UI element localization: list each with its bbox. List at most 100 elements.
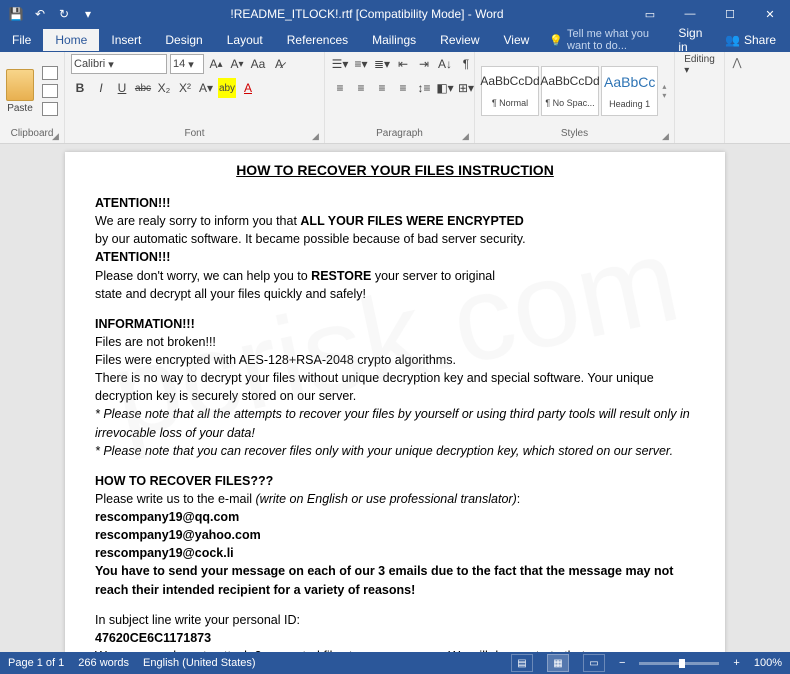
dialog-launcher-icon[interactable]: ◢ [312,131,322,141]
doc-email: rescompany19@qq.com [95,508,695,526]
outdent-icon[interactable]: ⇤ [394,54,412,74]
justify-icon[interactable]: ≡ [394,78,412,98]
save-icon[interactable]: 💾 [6,4,26,24]
dialog-launcher-icon[interactable]: ◢ [52,131,62,141]
dialog-launcher-icon[interactable]: ◢ [662,131,672,141]
tab-file[interactable]: File [0,29,43,51]
tab-review[interactable]: Review [428,29,491,51]
subscript-button[interactable]: X₂ [155,78,173,98]
tab-design[interactable]: Design [153,29,214,51]
document-area[interactable]: HOW TO RECOVER YOUR FILES INSTRUCTION AT… [0,144,790,654]
group-paragraph: ☰▾ ≡▾ ≣▾ ⇤ ⇥ A↓ ¶ ≡ ≡ ≡ ≡ ↕≡ ◧▾ ⊞▾ Parag… [325,52,475,143]
group-clipboard: Paste Clipboard ◢ [0,52,65,143]
quick-access-toolbar: 💾 ↶ ↻ ▾ [0,4,104,24]
clipboard-icon [6,69,34,101]
style-nospacing[interactable]: AaBbCcDd ¶ No Spac... [541,66,599,116]
change-case-icon[interactable]: Aa [249,54,267,74]
indent-icon[interactable]: ⇥ [415,54,433,74]
document-page: HOW TO RECOVER YOUR FILES INSTRUCTION AT… [65,152,725,654]
copy-icon[interactable] [42,84,58,98]
borders-icon[interactable]: ⊞▾ [457,78,475,98]
doc-text: * Please note that all the attempts to r… [95,405,695,441]
doc-text: HOW TO RECOVER FILES??? [95,472,695,490]
grow-font-icon[interactable]: A▴ [207,54,225,74]
redo-icon[interactable]: ↻ [54,4,74,24]
tab-mailings[interactable]: Mailings [360,29,428,51]
read-mode-icon[interactable]: ▤ [511,654,533,672]
superscript-button[interactable]: X² [176,78,194,98]
print-layout-icon[interactable]: ▦ [547,654,569,672]
tell-me-placeholder: Tell me what you want to do... [567,28,658,52]
undo-icon[interactable]: ↶ [30,4,50,24]
doc-text: Files were encrypted with AES-128+RSA-20… [95,351,695,369]
ribbon: Paste Clipboard ◢ Calibri ▾ 14 ▾ A▴ A▾ A… [0,52,790,144]
editing-dropdown[interactable]: Editing▾ [684,54,715,76]
tab-references[interactable]: References [275,29,360,51]
sort-icon[interactable]: A↓ [436,54,454,74]
zoom-in-icon[interactable]: + [733,657,739,669]
multilevel-icon[interactable]: ≣▾ [373,54,391,74]
doc-text: Please write us to the e-mail (write on … [95,490,695,508]
zoom-level[interactable]: 100% [754,657,782,669]
status-words[interactable]: 266 words [78,657,129,669]
doc-text: by our automatic software. It became pos… [95,230,695,248]
format-painter-icon[interactable] [42,102,58,116]
tab-view[interactable]: View [492,29,542,51]
paste-button[interactable]: Paste [6,69,34,114]
group-font: Calibri ▾ 14 ▾ A▴ A▾ Aa A̷ B I U abc X₂ … [65,52,325,143]
share-icon: 👥 [725,33,740,47]
strike-button[interactable]: abc [134,78,152,98]
highlight-button[interactable]: aby [218,78,236,98]
doc-text: INFORMATION!!! [95,315,695,333]
doc-title: HOW TO RECOVER YOUR FILES INSTRUCTION [95,162,695,178]
shrink-font-icon[interactable]: A▾ [228,54,246,74]
align-left-icon[interactable]: ≡ [331,78,349,98]
show-marks-icon[interactable]: ¶ [457,54,475,74]
collapse-ribbon-icon[interactable]: ⋀ [725,52,749,143]
tab-insert[interactable]: Insert [99,29,153,51]
align-center-icon[interactable]: ≡ [352,78,370,98]
cut-icon[interactable] [42,66,58,80]
status-page[interactable]: Page 1 of 1 [8,657,64,669]
text-effects-icon[interactable]: A▾ [197,78,215,98]
status-bar: Page 1 of 1 266 words English (United St… [0,652,790,674]
share-button[interactable]: 👥 Share [715,29,786,51]
dialog-launcher-icon[interactable]: ◢ [462,131,472,141]
share-label: Share [744,33,776,47]
line-spacing-icon[interactable]: ↕≡ [415,78,433,98]
tab-home[interactable]: Home [43,29,99,51]
align-right-icon[interactable]: ≡ [373,78,391,98]
group-label: Clipboard [6,128,58,141]
web-layout-icon[interactable]: ▭ [583,654,605,672]
doc-text: Please don't worry, we can help you to R… [95,267,695,285]
bullets-icon[interactable]: ☰▾ [331,54,349,74]
doc-text: In subject line write your personal ID: [95,611,695,629]
doc-email: rescompany19@cock.li [95,544,695,562]
zoom-out-icon[interactable]: − [619,657,625,669]
font-color-button[interactable]: A [239,78,257,98]
close-icon[interactable]: ✕ [750,0,790,28]
bold-button[interactable]: B [71,78,89,98]
shading-icon[interactable]: ◧▾ [436,78,454,98]
qat-customize-icon[interactable]: ▾ [78,4,98,24]
zoom-slider[interactable] [639,662,719,665]
font-name-select[interactable]: Calibri ▾ [71,54,167,74]
italic-button[interactable]: I [92,78,110,98]
tab-layout[interactable]: Layout [215,29,275,51]
underline-button[interactable]: U [113,78,131,98]
doc-text: * Please note that you can recover files… [95,442,695,460]
doc-text: Files are not broken!!! [95,333,695,351]
style-normal[interactable]: AaBbCcDd ¶ Normal [481,66,539,116]
doc-text: There is no way to decrypt your files wi… [95,369,695,405]
font-size-select[interactable]: 14 ▾ [170,54,204,74]
numbering-icon[interactable]: ≡▾ [352,54,370,74]
styles-more-icon[interactable]: ▴▾ [660,80,668,102]
group-label: Font [71,128,318,141]
style-heading1[interactable]: AaBbCc Heading 1 [601,66,658,116]
ribbon-tabs: File Home Insert Design Layout Reference… [0,28,790,52]
doc-email: rescompany19@yahoo.com [95,526,695,544]
clear-format-icon[interactable]: A̷ [270,54,288,74]
doc-text: ATENTION!!! [95,194,695,212]
maximize-icon[interactable]: ☐ [710,0,750,28]
status-language[interactable]: English (United States) [143,657,256,669]
